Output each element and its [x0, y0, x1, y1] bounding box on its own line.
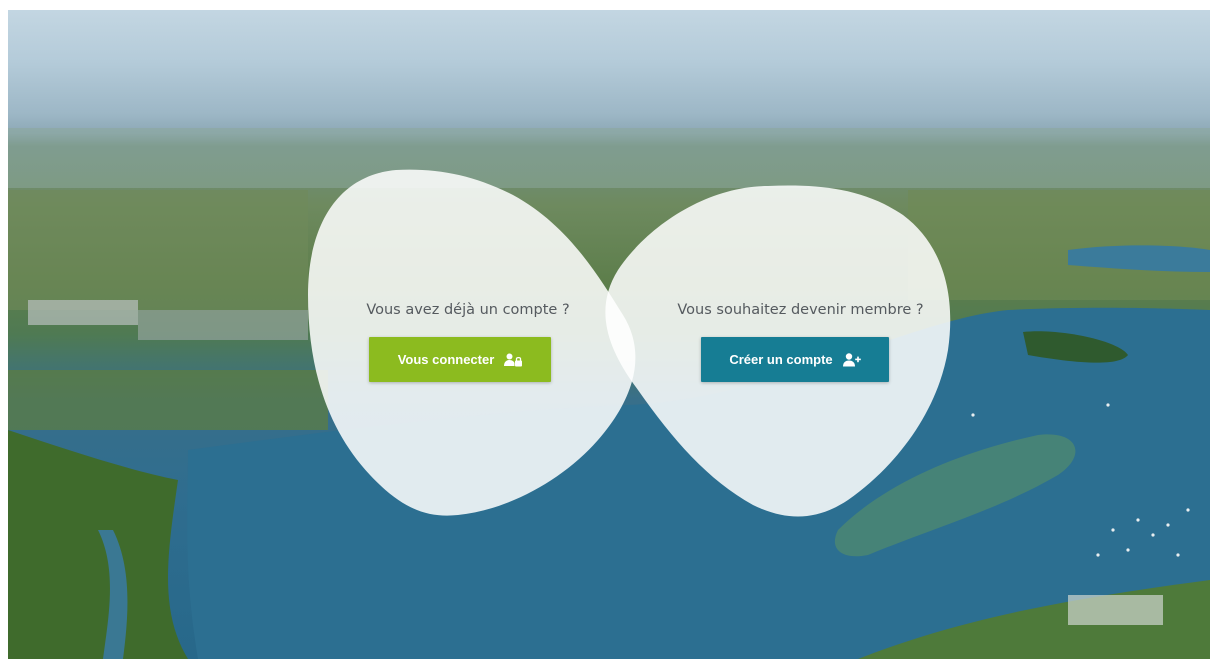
create-account-button-label: Créer un compte: [729, 352, 833, 367]
login-button[interactable]: Vous connecter: [369, 337, 551, 382]
user-plus-icon: [842, 352, 861, 367]
users-lock-icon: [504, 353, 523, 367]
login-question: Vous avez déjà un compte ?: [366, 302, 570, 318]
login-button-label: Vous connecter: [397, 352, 495, 367]
hero-background: Vous avez déjà un compte ? Vous connecte…: [8, 10, 1210, 659]
decorative-blobs: [308, 169, 951, 517]
create-account-button[interactable]: Créer un compte: [701, 337, 889, 382]
signup-question: Vous souhaitez devenir membre ?: [677, 302, 924, 318]
